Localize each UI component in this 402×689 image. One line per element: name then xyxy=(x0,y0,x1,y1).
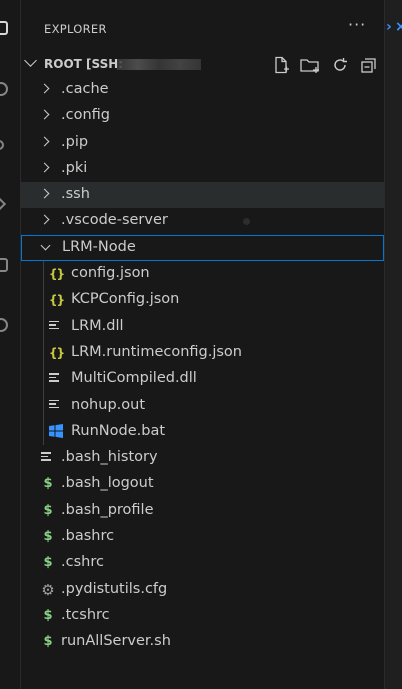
file-item[interactable]: RunNode.bat xyxy=(21,419,384,445)
more-actions-icon[interactable]: ··· xyxy=(348,15,366,34)
file-item[interactable]: {} KCPConfig.json xyxy=(21,287,384,313)
file-label: .bash_logout xyxy=(61,475,154,492)
file-label: .tcshrc xyxy=(61,606,110,623)
text-file-icon xyxy=(41,452,51,463)
close-icon[interactable]: × xyxy=(395,19,402,35)
chevron-right-icon[interactable] xyxy=(39,188,50,199)
chevron-right-icon[interactable] xyxy=(39,215,50,225)
gear-icon: ⚙ xyxy=(41,580,55,599)
root-folder-header[interactable]: ROOT [SSH: xyxy=(21,53,384,77)
file-label: RunNode.bat xyxy=(71,422,166,439)
file-item[interactable]: MultiCompiled.dll xyxy=(21,366,384,392)
folder-label: .config xyxy=(61,107,110,124)
chevron-right-icon[interactable] xyxy=(39,136,50,147)
file-item[interactable]: $ runAllServer.sh xyxy=(21,629,384,655)
scroll-indicator xyxy=(243,218,250,225)
shell-file-icon: $ xyxy=(43,476,53,492)
folder-item[interactable]: LRM-Node xyxy=(21,234,384,262)
text-file-icon xyxy=(49,399,59,411)
text-file-icon xyxy=(49,320,59,332)
file-label: .bashrc xyxy=(61,528,115,545)
file-label: nohup.out xyxy=(71,396,146,413)
file-label: KCPConfig.json xyxy=(71,291,180,308)
folder-label: LRM-Node xyxy=(62,238,136,255)
file-item[interactable]: $ .bashrc xyxy=(21,524,384,550)
editor-edge: › × xyxy=(384,0,402,689)
text-file-icon xyxy=(49,373,59,384)
folder-item[interactable]: .config xyxy=(21,103,384,129)
file-tree: .cache .config .pip .pki .ssh .vscode-server L… xyxy=(21,77,384,656)
folder-item[interactable]: .cache xyxy=(21,77,384,103)
file-item[interactable]: LRM.dll xyxy=(21,314,384,340)
search-icon[interactable] xyxy=(0,82,8,96)
shell-file-icon: $ xyxy=(43,634,53,650)
collapse-all-icon[interactable] xyxy=(358,55,378,75)
folder-item[interactable]: .pki xyxy=(21,156,384,182)
folder-item[interactable]: .vscode-server xyxy=(21,208,384,234)
explorer-icon[interactable] xyxy=(0,21,8,35)
file-item[interactable]: .bash_history xyxy=(21,445,384,471)
refresh-icon[interactable] xyxy=(330,55,350,75)
explorer-title: EXPLORER xyxy=(44,22,107,36)
chevron-down-icon[interactable] xyxy=(40,240,51,251)
new-file-icon[interactable] xyxy=(271,55,291,75)
source-control-icon[interactable] xyxy=(0,140,4,150)
windows-file-icon xyxy=(49,423,63,440)
run-debug-icon[interactable] xyxy=(0,196,7,212)
new-folder-icon[interactable] xyxy=(299,55,319,75)
explorer-sidebar: EXPLORER ··· ROOT [SSH: .cache .config .pi… xyxy=(21,0,384,689)
folder-label: .ssh xyxy=(61,186,90,203)
file-label: .pydistutils.cfg xyxy=(61,580,168,597)
file-item[interactable]: $ .tcshrc xyxy=(21,603,384,629)
file-label: config.json xyxy=(71,265,150,282)
file-item[interactable]: $ .bash_logout xyxy=(21,471,384,497)
folder-label: .pip xyxy=(61,133,89,150)
extensions-icon[interactable] xyxy=(0,258,8,272)
file-label: LRM.runtimeconfig.json xyxy=(71,343,242,360)
folder-label: .cache xyxy=(61,81,109,97)
activity-bar xyxy=(0,0,21,689)
indent-guide xyxy=(43,261,44,446)
chevron-right-icon[interactable] xyxy=(39,162,50,173)
json-file-icon: {} xyxy=(49,293,65,308)
folder-label: .pki xyxy=(61,159,88,176)
file-label: .cshrc xyxy=(61,554,104,571)
file-item[interactable]: $ .cshrc xyxy=(21,550,384,576)
shell-file-icon: $ xyxy=(43,555,53,571)
shell-file-icon: $ xyxy=(43,529,53,545)
file-label: .bash_profile xyxy=(61,501,154,518)
file-label: .bash_history xyxy=(61,449,158,466)
chevron-right-icon[interactable] xyxy=(39,83,50,94)
root-folder-label: ROOT [SSH: xyxy=(44,57,124,71)
file-item[interactable]: $ .bash_profile xyxy=(21,498,384,524)
file-label: runAllServer.sh xyxy=(61,633,171,650)
file-item[interactable]: nohup.out xyxy=(21,393,384,419)
remote-explorer-icon[interactable] xyxy=(0,318,8,332)
chevron-right-icon[interactable] xyxy=(39,109,50,120)
folder-label: .vscode-server xyxy=(61,212,168,229)
file-item[interactable]: ⚙ .pydistutils.cfg xyxy=(21,577,384,603)
shell-file-icon: $ xyxy=(43,607,53,623)
chevron-right-icon[interactable]: › xyxy=(386,19,392,35)
shell-file-icon: $ xyxy=(43,502,53,518)
redacted-host xyxy=(117,59,201,70)
explorer-header: EXPLORER ··· xyxy=(21,15,384,40)
json-file-icon: {} xyxy=(49,345,65,360)
json-file-icon: {} xyxy=(49,267,65,282)
folder-item[interactable]: .pip xyxy=(21,130,384,156)
chevron-down-icon[interactable] xyxy=(24,54,37,67)
folder-item[interactable]: .ssh xyxy=(21,182,384,209)
file-item[interactable]: {} LRM.runtimeconfig.json xyxy=(21,340,384,366)
file-item[interactable]: {} config.json xyxy=(21,261,384,287)
file-label: LRM.dll xyxy=(71,317,124,334)
file-label: MultiCompiled.dll xyxy=(71,370,197,387)
